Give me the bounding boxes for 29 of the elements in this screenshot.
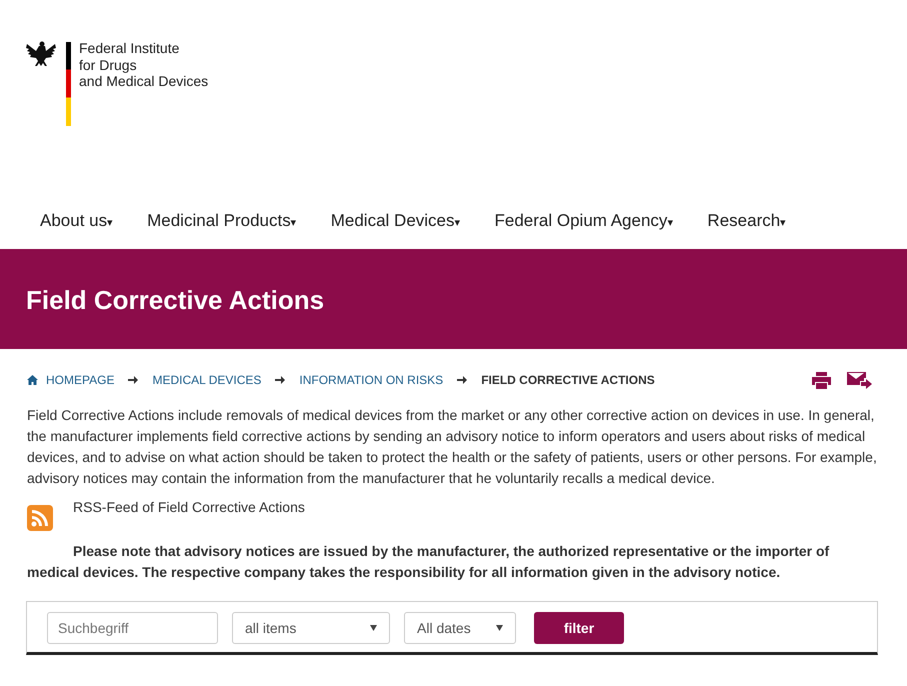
breadcrumb-link[interactable]: MEDICAL DEVICES bbox=[152, 371, 262, 389]
arrow-icon bbox=[275, 376, 286, 384]
rss-icon bbox=[27, 505, 53, 531]
rss-feed-link[interactable]: RSS-Feed of Field Corrective Actions bbox=[53, 497, 305, 518]
arrow-icon bbox=[457, 376, 468, 384]
notice-text: Please note that advisory notices are issued by the manufacturer, the authorized representative or the importer of medical devices. The respective company takes the responsibility for all information given in the advisory notice. bbox=[26, 542, 830, 582]
current-page-label: FIELD CORRECTIVE ACTIONS bbox=[481, 372, 655, 389]
filter-button[interactable]: filter bbox=[534, 612, 624, 644]
nav-link-item[interactable]: Federal Opium Agency▾ bbox=[494, 208, 674, 234]
intro-paragraph: Field Corrective Actions include removals of medical devices from the market or any other corrective action on devices in use. In general, the manufacturer implements field corrective actions by sending an advisory notice to inform operators and users about risks of medical devices, and to advise on what action should be taken to protect the health or the safety of patients, users or other persons. For example, advisory notices may contain the information from the manufacturer that he voluntarily recalls a medical device. bbox=[26, 406, 878, 488]
nav-link-item[interactable]: About us▾ bbox=[40, 208, 114, 234]
breadcrumb-link[interactable]: INFORMATION ON RISKS bbox=[299, 371, 444, 389]
home-icon bbox=[27, 375, 38, 385]
dropdown-select[interactable]: All dates bbox=[404, 612, 516, 644]
search-field[interactable]: Suchbegriff bbox=[47, 612, 218, 644]
page-title: Field Corrective Actions bbox=[0, 249, 907, 349]
email-share-icon[interactable] bbox=[847, 372, 872, 388]
nav-link-item[interactable]: Medical Devices▾ bbox=[330, 208, 460, 234]
logo-text: for Drugs bbox=[79, 56, 138, 73]
caret-icon bbox=[370, 625, 377, 631]
breadcrumb-link[interactable]: HOMEPAGE bbox=[46, 371, 114, 389]
nav-link-item[interactable]: Medicinal Products▾ bbox=[147, 208, 297, 234]
logo-text: Federal Institute bbox=[79, 40, 180, 56]
arrow-icon bbox=[128, 376, 138, 384]
nav-link-item[interactable]: Research▾ bbox=[707, 208, 786, 234]
dropdown-select[interactable]: all items bbox=[232, 612, 390, 644]
print-icon[interactable] bbox=[812, 372, 831, 388]
logo-text: and Medical Devices bbox=[79, 73, 208, 90]
caret-icon bbox=[496, 625, 503, 631]
